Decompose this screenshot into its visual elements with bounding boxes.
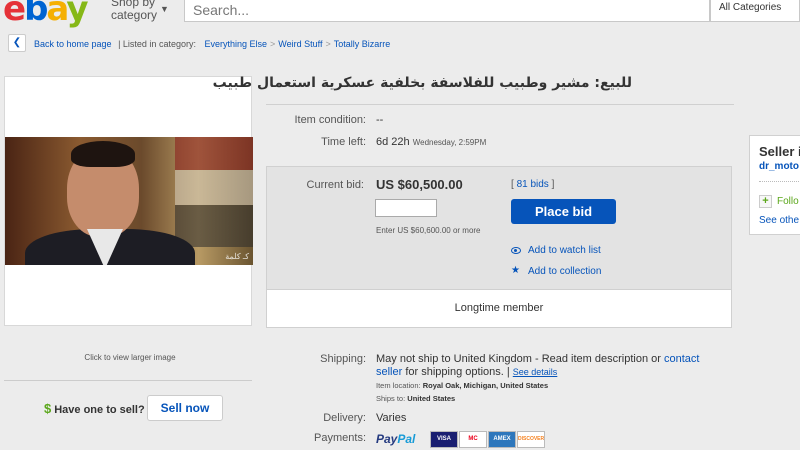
add-to-watch-list-link[interactable]: Add to watch list bbox=[528, 245, 601, 256]
listed-in-label: | Listed in category: bbox=[118, 39, 196, 49]
ebay-logo[interactable]: ebay bbox=[3, 0, 89, 28]
item-photo[interactable]: كـ كلمة bbox=[5, 137, 253, 265]
breadcrumb-item-everything-else[interactable]: Everything Else bbox=[204, 39, 267, 49]
see-other-items-link[interactable]: See othe bbox=[759, 215, 799, 226]
delivery-value: Varies bbox=[376, 412, 407, 424]
breadcrumb-item-weird-stuff[interactable]: Weird Stuff bbox=[278, 39, 322, 49]
sell-now-button[interactable]: Sell now bbox=[147, 395, 223, 421]
delivery-label: Delivery: bbox=[323, 412, 366, 424]
breadcrumb-item-totally-bizarre[interactable]: Totally Bizarre bbox=[334, 39, 391, 49]
discover-card-icon: DISCOVER bbox=[517, 431, 545, 448]
follow-seller-link[interactable]: Follo bbox=[777, 196, 799, 207]
back-chevron-icon[interactable]: ❮ bbox=[8, 34, 26, 52]
item-condition-label: Item condition: bbox=[294, 114, 366, 126]
photo-watermark: كـ كلمة bbox=[225, 252, 249, 261]
shipping-text: May not ship to United Kingdom - Read it… bbox=[376, 353, 700, 378]
shipping-label: Shipping: bbox=[320, 353, 366, 365]
item-image-panel: كـ كلمة bbox=[4, 76, 253, 326]
search-input[interactable]: Search... bbox=[184, 0, 710, 22]
search-placeholder: Search... bbox=[193, 2, 250, 18]
dollar-icon: $ bbox=[44, 401, 52, 416]
item-condition-value: -- bbox=[376, 114, 384, 126]
view-larger-link[interactable]: Click to view larger image bbox=[4, 353, 256, 362]
amex-card-icon: AMEX bbox=[488, 431, 516, 448]
time-left-label: Time left: bbox=[321, 136, 366, 148]
time-left-value: 6d 22h Wednesday, 2:59PM bbox=[376, 136, 487, 148]
enter-bid-hint: Enter US $60,600.00 or more bbox=[376, 226, 481, 235]
bids-count: [ 81 bids ] bbox=[511, 179, 555, 190]
bids-count-link[interactable]: 81 bids bbox=[517, 179, 549, 190]
site-header: ebay Shop by category ▼ Search... All Ca… bbox=[0, 0, 800, 28]
divider bbox=[266, 104, 734, 105]
bid-amount-input[interactable] bbox=[375, 199, 437, 217]
have-one-to-sell: $ Have one to sell? bbox=[44, 401, 145, 416]
current-bid-value: US $60,500.00 bbox=[376, 177, 463, 192]
paypal-logo: PayPal bbox=[376, 432, 416, 446]
seller-info-card: Seller i dr_moto + Follo See othe bbox=[749, 135, 800, 235]
breadcrumb: Back to home page | Listed in category: … bbox=[34, 39, 391, 49]
place-bid-button[interactable]: Place bid bbox=[511, 199, 616, 224]
chevron-down-icon[interactable]: ▼ bbox=[160, 4, 169, 14]
visa-card-icon: VISA bbox=[430, 431, 458, 448]
plus-icon[interactable]: + bbox=[759, 195, 772, 208]
see-details-link[interactable]: See details bbox=[513, 367, 558, 377]
current-bid-label: Current bid: bbox=[306, 179, 364, 191]
seller-info-title: Seller i bbox=[759, 144, 800, 159]
time-left-date: Wednesday, 2:59PM bbox=[412, 138, 487, 147]
seller-name-link[interactable]: dr_moto bbox=[759, 161, 799, 172]
item-location: Item location: Royal Oak, Michigan, Unit… bbox=[376, 381, 549, 390]
ships-to: Ships to: United States bbox=[376, 394, 456, 403]
shop-by-category-button[interactable]: Shop by category bbox=[111, 0, 161, 22]
longtime-member-banner: Longtime member bbox=[266, 290, 732, 328]
divider bbox=[4, 380, 252, 381]
item-title: للبيع: مشير وطبيب للفلاسفة بخلفية عسكرية… bbox=[212, 75, 632, 91]
category-select[interactable]: All Categories bbox=[710, 0, 800, 22]
category-select-value: All Categories bbox=[719, 2, 782, 13]
mastercard-card-icon: MC bbox=[459, 431, 487, 448]
add-to-collection-link[interactable]: Add to collection bbox=[528, 266, 601, 277]
star-icon: ★ bbox=[511, 265, 520, 276]
back-to-home-link[interactable]: Back to home page bbox=[34, 39, 112, 49]
payments-label: Payments: bbox=[314, 432, 366, 444]
eye-icon bbox=[511, 247, 521, 254]
